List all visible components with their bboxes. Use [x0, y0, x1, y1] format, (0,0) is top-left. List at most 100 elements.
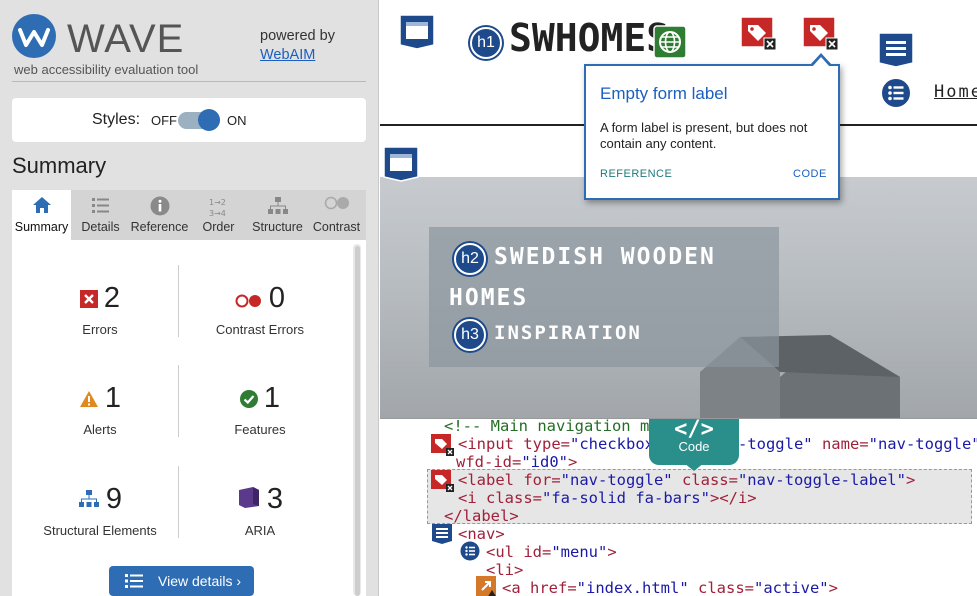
code-token: class= [486, 489, 542, 507]
summary-tabbar: Summary Details Reference 1→2 3→4 Order S… [12, 190, 366, 240]
tooltip-title: Empty form label [600, 84, 728, 103]
code-token: <label [458, 471, 524, 489]
h1-heading-icon[interactable]: h1 [470, 27, 502, 59]
code-token: "index.html" [576, 579, 689, 596]
structure-icon [248, 190, 307, 216]
styles-toggle-switch[interactable] [178, 109, 220, 131]
nav-home-link[interactable]: Home [934, 82, 977, 102]
stat-count: 3 [266, 483, 284, 515]
contrast-error-icon [235, 283, 263, 316]
error-icon [79, 283, 98, 316]
code-token: <a [502, 579, 530, 596]
wave-tagline: web accessibility evaluation tool [14, 62, 199, 77]
svg-text:3→4: 3→4 [209, 209, 226, 218]
code-line: <i class="fa-solid fa-bars"></i> [458, 489, 757, 507]
main-region-icon[interactable] [383, 146, 419, 182]
code-toggle-tab[interactable]: </> Code [649, 419, 739, 465]
code-token: name= [812, 435, 869, 453]
stat-label: Contrast Errors [215, 321, 305, 337]
empty-label-error-icon[interactable] [740, 16, 778, 52]
tab-details[interactable]: Details [71, 190, 130, 240]
aria-icon [237, 484, 261, 517]
code-token: "nav-toggle" [868, 435, 977, 453]
view-details-button[interactable]: View details › [109, 566, 254, 596]
code-token: > [828, 579, 838, 596]
code-token: <input [458, 435, 524, 453]
hero-heading-line1: SWEDISH WOODEN [494, 244, 716, 270]
stat-contrast-errors[interactable]: 0 Contrast Errors [180, 282, 340, 337]
stat-label: Errors [82, 321, 118, 337]
wave-logo-icon [12, 14, 56, 58]
view-details-label: View details › [158, 573, 242, 589]
code-token: "nav-toggle" [560, 471, 673, 489]
stat-count: 1 [104, 382, 122, 414]
hero-heading-line2: HOMES [449, 285, 529, 311]
stat-count: 0 [268, 282, 286, 314]
code-token: href= [530, 579, 577, 596]
hero-subheading: INSPIRATION [494, 322, 642, 344]
code-token: > [905, 471, 916, 489]
code-token: "menu" [551, 543, 608, 561]
header-region-icon[interactable] [399, 14, 435, 50]
code-token: id= [523, 543, 552, 561]
tooltip-reference-link[interactable]: REFERENCE [600, 168, 672, 180]
empty-label-error-icon-selected[interactable] [802, 16, 840, 52]
code-token: <i [458, 489, 486, 507]
language-globe-icon[interactable] [653, 25, 687, 59]
home-icon [12, 190, 71, 216]
code-token: > [607, 543, 617, 561]
panel-scrollbar-thumb[interactable] [355, 246, 360, 596]
stat-divider [178, 265, 179, 337]
unordered-list-icon[interactable] [880, 77, 912, 109]
code-token: "nav-toggle-label" [737, 471, 906, 489]
tooltip-arrow-inner [812, 57, 830, 67]
empty-label-error-icon[interactable] [431, 470, 455, 496]
stat-structural-elements[interactable]: 9 Structural Elements [20, 483, 180, 538]
summary-heading: Summary [12, 153, 107, 178]
tab-order[interactable]: 1→2 3→4 Order [189, 190, 248, 240]
site-title: SWHOMES [509, 16, 670, 60]
list-icon [71, 190, 130, 216]
wave-sidebar: WAVE web accessibility evaluation tool p… [0, 0, 379, 596]
code-token: "active" [753, 579, 829, 596]
stat-features[interactable]: 1 Features [180, 382, 340, 437]
code-tab-label: Code [678, 439, 710, 454]
stat-label: Alerts [83, 421, 117, 437]
stat-count: 9 [105, 483, 123, 515]
tab-contrast[interactable]: Contrast [307, 190, 366, 240]
tooltip-description: A form label is present, but does not co… [600, 120, 808, 151]
code-token: "fa-solid fa-bars" [542, 489, 710, 507]
unordered-list-icon[interactable] [460, 541, 480, 565]
feature-icon [239, 383, 258, 416]
tab-label: Structure [252, 220, 303, 234]
tab-summary[interactable]: Summary [12, 190, 71, 240]
code-token: <ul [486, 543, 524, 561]
stat-aria[interactable]: 3 ARIA [180, 483, 340, 538]
contrast-icon [307, 190, 366, 216]
stat-label: Features [234, 421, 286, 437]
navigation-region-icon[interactable] [431, 523, 453, 549]
webaim-link[interactable]: WebAIM [260, 47, 315, 63]
info-icon [130, 190, 189, 216]
empty-label-error-icon[interactable] [431, 434, 455, 460]
tab-reference[interactable]: Reference [130, 190, 189, 240]
code-line: </label> [444, 507, 519, 525]
code-tab-arrow [684, 463, 704, 471]
styles-label: Styles: [92, 111, 141, 128]
link-alert-icon[interactable] [476, 576, 498, 596]
stat-errors[interactable]: 2 Errors [20, 282, 180, 337]
order-icon: 1→2 3→4 [189, 190, 248, 218]
stat-label: Structural Elements [43, 522, 157, 538]
tab-label: Contrast [312, 220, 361, 234]
h3-heading-icon[interactable]: h3 [454, 319, 486, 351]
h2-heading-icon[interactable]: h2 [454, 243, 486, 275]
tab-structure[interactable]: Structure [248, 190, 307, 240]
tab-label: Order [202, 220, 235, 234]
navigation-region-icon[interactable] [878, 32, 914, 68]
styles-toggle-knob[interactable] [198, 109, 220, 131]
tooltip-code-link[interactable]: CODE [793, 168, 827, 180]
code-line: <ul id="menu"> [486, 543, 617, 561]
code-panel: <!-- Main navigation menu --> <input typ… [380, 418, 977, 596]
code-token: class= [688, 579, 754, 596]
stat-alerts[interactable]: 1 Alerts [20, 382, 180, 437]
